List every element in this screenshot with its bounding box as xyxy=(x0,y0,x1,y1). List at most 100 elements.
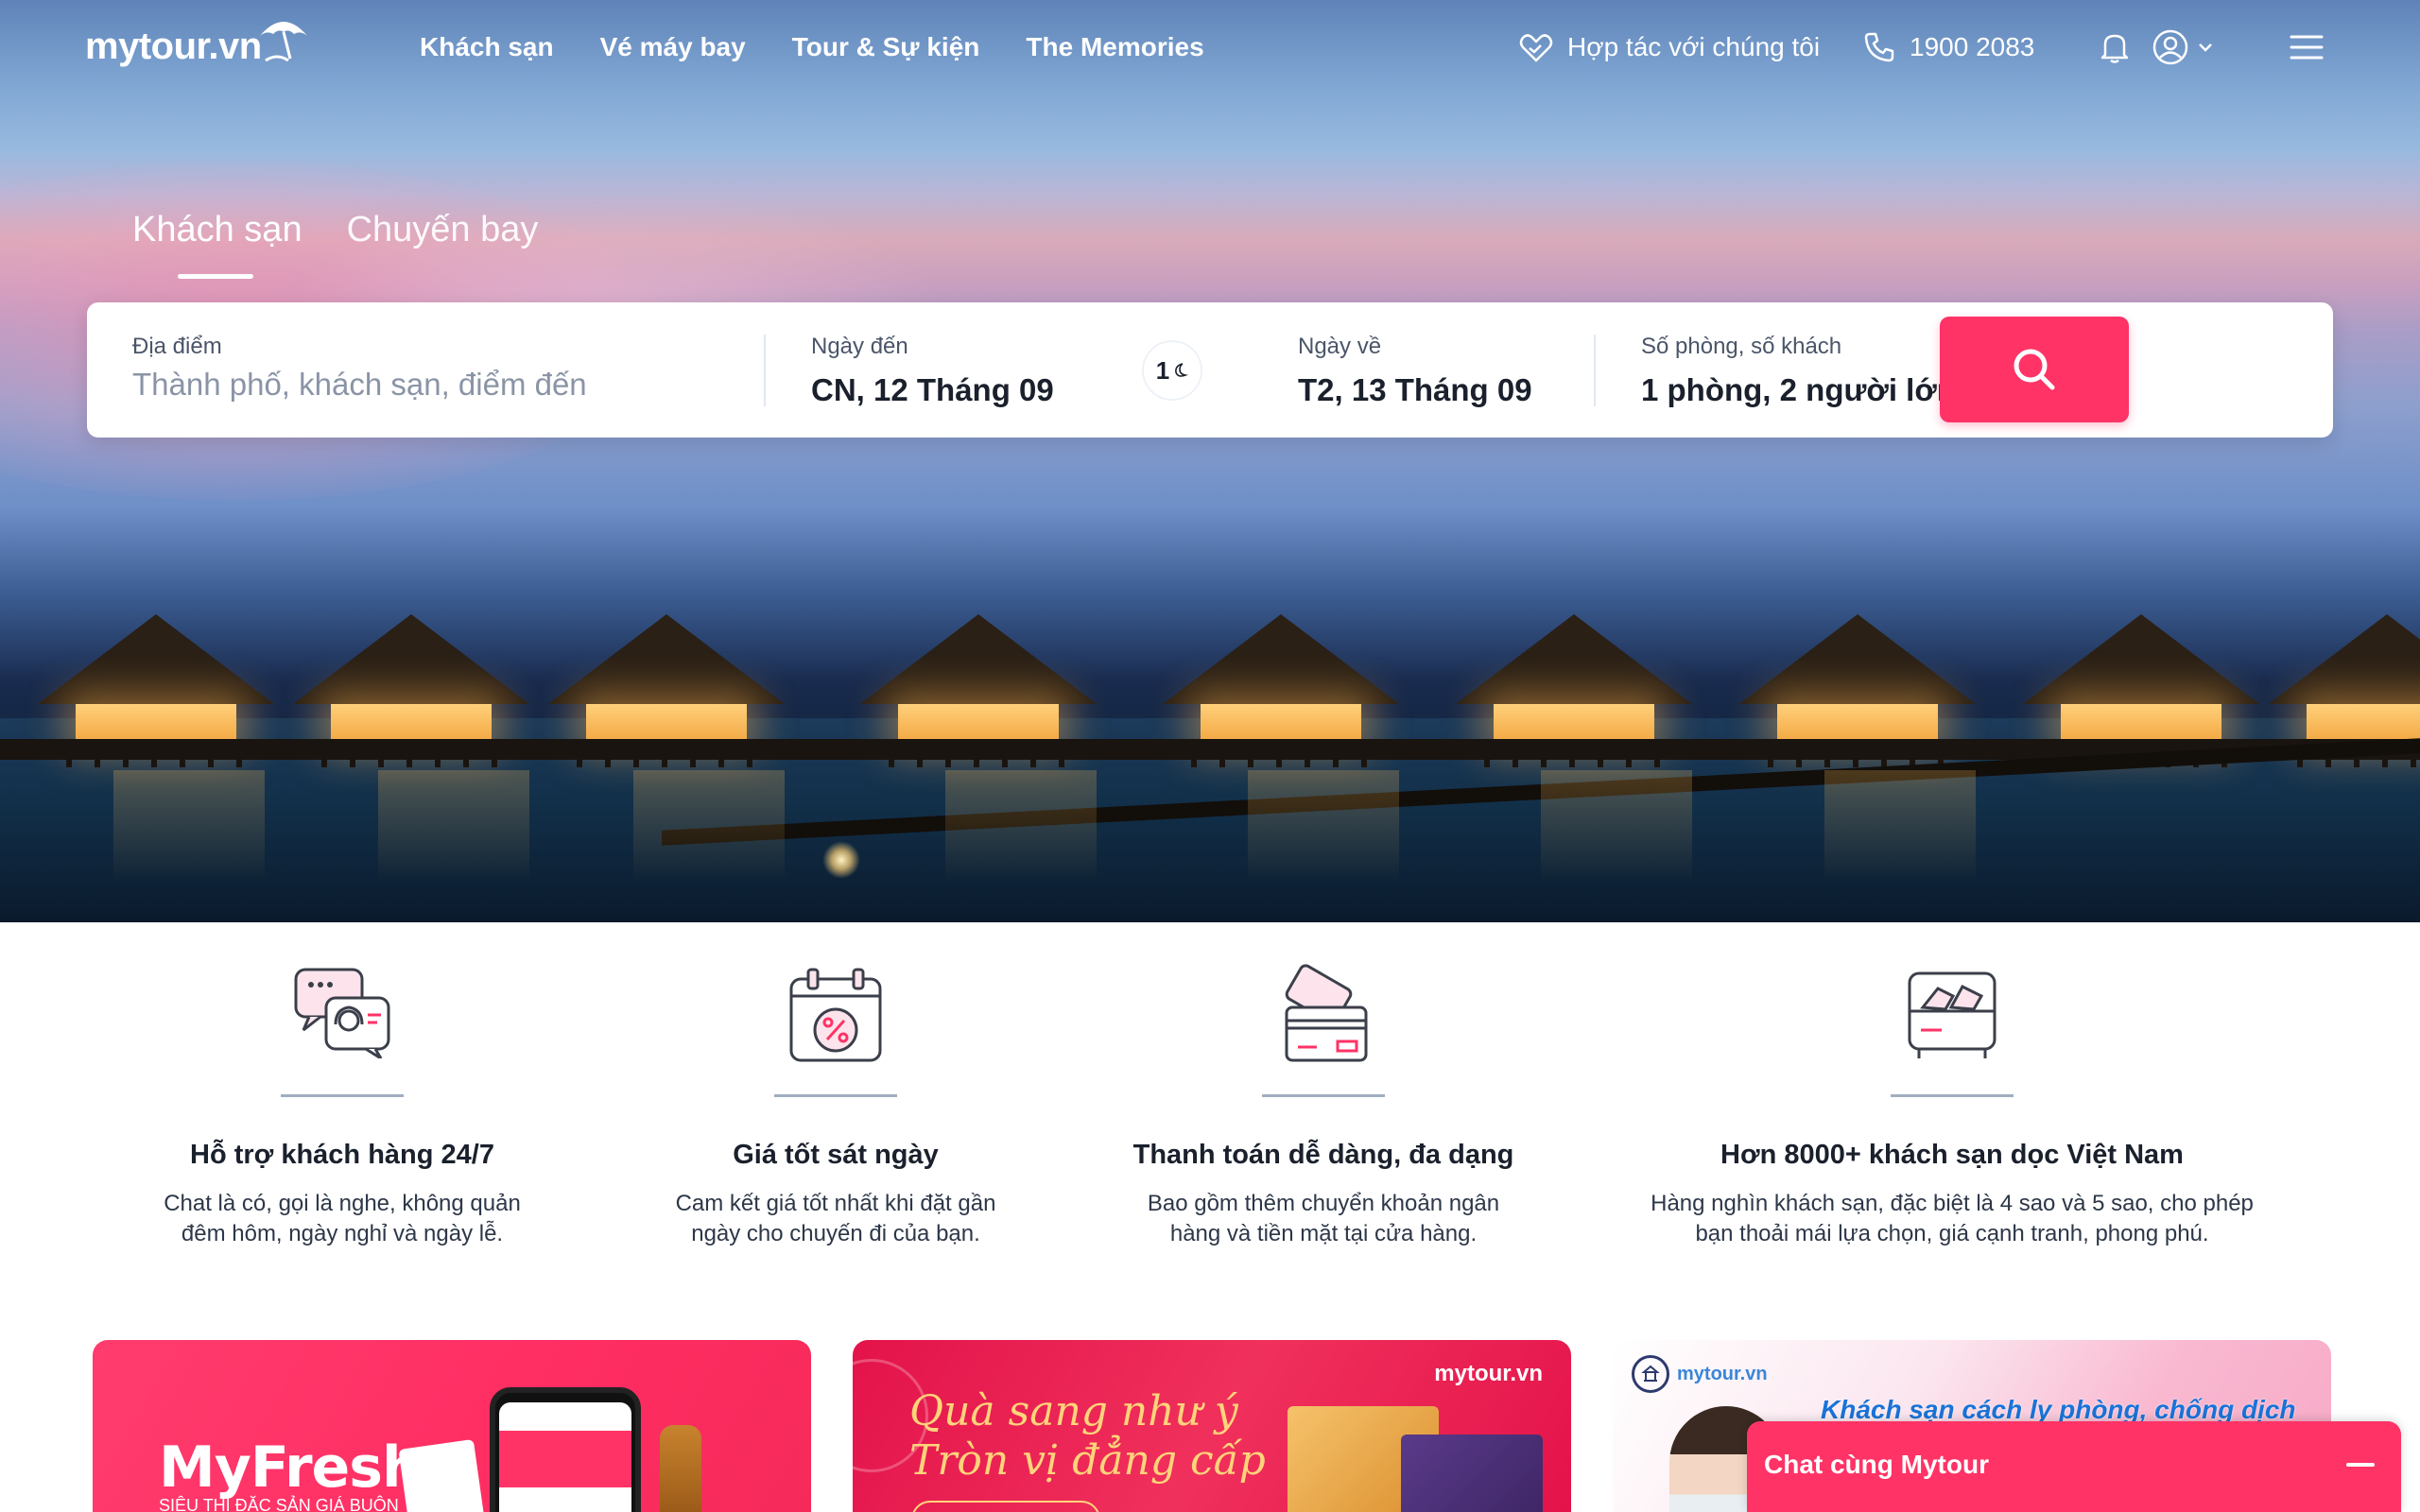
user-circle-icon xyxy=(2152,28,2189,66)
bell-icon xyxy=(2099,30,2131,64)
water-villa xyxy=(1456,614,1692,767)
checkin-label: Ngày đến xyxy=(811,334,908,359)
umbrella-logo-icon xyxy=(259,22,307,62)
site-logo[interactable]: mytour.vn xyxy=(85,13,311,79)
gift-box-image xyxy=(1401,1435,1543,1512)
water-villa xyxy=(548,614,785,767)
feature-divider xyxy=(281,1094,404,1097)
nav-link-tours-events[interactable]: Tour & Sự kiện xyxy=(792,32,980,62)
guests-label: Số phòng, số khách xyxy=(1641,334,1842,359)
phone-mockup-image xyxy=(490,1387,641,1512)
feature-description-line: Bao gồm thêm chuyển khoản ngân xyxy=(1147,1191,1500,1216)
water-villa xyxy=(860,614,1097,767)
feature-description: Chat là có, gọi là nghe, không quản đêm … xyxy=(106,1189,579,1249)
light-reflection xyxy=(1541,770,1692,884)
tab-hotels[interactable]: Khách sạn xyxy=(132,210,302,250)
nights-count: 1 xyxy=(1155,355,1170,385)
feature-divider xyxy=(774,1094,897,1097)
feature-description-line: ngày cho chuyến đi của bạn. xyxy=(691,1221,980,1246)
feature-title: Giá tốt sát ngày xyxy=(733,1140,939,1170)
promo-banner-myfresh[interactable]: MyFresh SIÊU THỊ ĐẶC SẢN GIÁ BUÔN xyxy=(93,1340,811,1512)
promo-banner-gift[interactable]: mytour.vn Quà sang như ý Tròn vị đẳng cấ… xyxy=(853,1340,1571,1512)
checkin-field[interactable]: Ngày đến CN, 12 Tháng 09 xyxy=(811,302,1132,438)
light-reflection xyxy=(378,770,529,884)
feature-description: Bao gồm thêm chuyển khoản ngân hàng và t… xyxy=(1087,1189,1560,1249)
logo-text: mytour.vn xyxy=(85,25,262,67)
hamburger-icon xyxy=(2290,33,2324,61)
light-reflection xyxy=(945,770,1097,884)
checkin-value: CN, 12 Tháng 09 xyxy=(811,372,1054,407)
hamburger-menu-button[interactable] xyxy=(2290,21,2324,74)
nights-count-badge: 1 xyxy=(1142,340,1202,401)
destination-input[interactable] xyxy=(132,367,718,403)
gift-title-line: Tròn vị đẳng cấp xyxy=(909,1436,1266,1485)
gift-pill xyxy=(911,1501,1100,1512)
checkout-value: T2, 13 Tháng 09 xyxy=(1298,372,1532,407)
handshake-heart-icon xyxy=(1518,29,1554,65)
field-divider xyxy=(764,335,766,406)
calendar-discount-icon xyxy=(784,964,888,1073)
gift-title: Quà sang như ý Tròn vị đẳng cấp xyxy=(909,1387,1266,1486)
feature-description-line: hàng và tiền mặt tại cửa hàng. xyxy=(1169,1221,1478,1246)
hotel-search-form: Địa điểm Ngày đến CN, 12 Tháng 09 1 Ngày… xyxy=(87,302,2333,438)
top-navbar: mytour.vn Khách sạn Vé máy bay Tour & Sự… xyxy=(0,0,2420,94)
search-icon xyxy=(2014,349,2055,390)
chat-widget[interactable]: Chat cùng Mytour xyxy=(1747,1421,2401,1512)
nav-link-memories[interactable]: The Memories xyxy=(1026,32,1203,62)
feature-divider xyxy=(1891,1094,2014,1097)
feature-description-line: bạn thoải mái lựa chọn, giá cạnh tranh, … xyxy=(1695,1221,2209,1246)
destination-field[interactable]: Địa điểm xyxy=(132,302,794,438)
water-villa xyxy=(1739,614,1976,767)
light-reflection xyxy=(1248,770,1399,884)
active-tab-indicator xyxy=(178,274,253,279)
feature-divider xyxy=(1262,1094,1385,1097)
checkout-label: Ngày về xyxy=(1298,334,1382,359)
moon-icon xyxy=(1175,363,1189,377)
nav-right: Hợp tác với chúng tôi 1900 2083 xyxy=(1475,21,2420,74)
lamp-light xyxy=(822,841,860,879)
feature-description-line: Cam kết giá tốt nhất khi đặt gần xyxy=(675,1191,996,1216)
myfresh-title: MyFresh xyxy=(159,1435,423,1501)
destination-label: Địa điểm xyxy=(132,334,222,359)
notifications-button[interactable] xyxy=(2099,21,2131,74)
tab-flights[interactable]: Chuyến bay xyxy=(347,210,539,250)
banner-brand: mytour.vn xyxy=(1677,1363,1768,1384)
chat-title: Chat cùng Mytour xyxy=(1764,1450,1989,1479)
feature-description-line: Hàng nghìn khách sạn, đặc biệt là 4 sao … xyxy=(1651,1191,2254,1216)
bottle-image xyxy=(660,1425,701,1512)
water-villa xyxy=(38,614,274,767)
myfresh-subtitle: SIÊU THỊ ĐẶC SẢN GIÁ BUÔN xyxy=(159,1496,399,1512)
nav-link-hotels[interactable]: Khách sạn xyxy=(420,32,554,62)
hero-banner xyxy=(0,0,2420,922)
feature-description: Hàng nghìn khách sạn, đặc biệt là 4 sao … xyxy=(1574,1189,2330,1249)
main-nav: Khách sạn Vé máy bay Tour & Sự kiện The … xyxy=(420,32,1204,62)
banner-logo: mytour.vn xyxy=(1632,1355,1768,1393)
partner-label: Hợp tác với chúng tôi xyxy=(1567,32,1821,61)
search-button[interactable] xyxy=(1940,317,2129,422)
checkout-field[interactable]: Ngày về T2, 13 Tháng 09 xyxy=(1298,302,1582,438)
feature-title: Hỗ trợ khách hàng 24/7 xyxy=(190,1140,494,1170)
city-emblem-icon xyxy=(1632,1355,1669,1393)
chevron-down-icon xyxy=(2197,42,2214,53)
feature-title: Thanh toán dễ dàng, đa dạng xyxy=(1132,1140,1514,1170)
light-reflection xyxy=(1824,770,1976,884)
minimize-icon[interactable] xyxy=(2346,1463,2375,1467)
water-villa xyxy=(1163,614,1399,767)
guests-field[interactable]: Số phòng, số khách 1 phòng, 2 người lớn,… xyxy=(1641,302,2093,438)
gift-title-line: Quà sang như ý xyxy=(909,1387,1238,1435)
banner-brand: mytour.vn xyxy=(1434,1361,1543,1386)
water-villa xyxy=(2023,614,2259,767)
support-chat-icon xyxy=(290,964,394,1063)
feature-title: Hơn 8000+ khách sạn dọc Việt Nam xyxy=(1720,1140,2184,1170)
hotline-number: 1900 2083 xyxy=(1910,32,2035,61)
partner-link[interactable]: Hợp tác với chúng tôi xyxy=(1518,21,1820,74)
feature-description-line: Chat là có, gọi là nghe, không quản xyxy=(164,1191,521,1216)
account-menu[interactable] xyxy=(2152,21,2214,74)
hotel-bed-icon xyxy=(1900,964,2004,1073)
hotline-link[interactable]: 1900 2083 xyxy=(1862,21,2034,74)
payment-cards-icon xyxy=(1271,964,1375,1073)
phone-icon xyxy=(1862,30,1896,64)
field-divider xyxy=(1594,335,1596,406)
feature-description: Cam kết giá tốt nhất khi đặt gần ngày ch… xyxy=(599,1189,1072,1249)
nav-link-flights[interactable]: Vé máy bay xyxy=(600,32,746,62)
